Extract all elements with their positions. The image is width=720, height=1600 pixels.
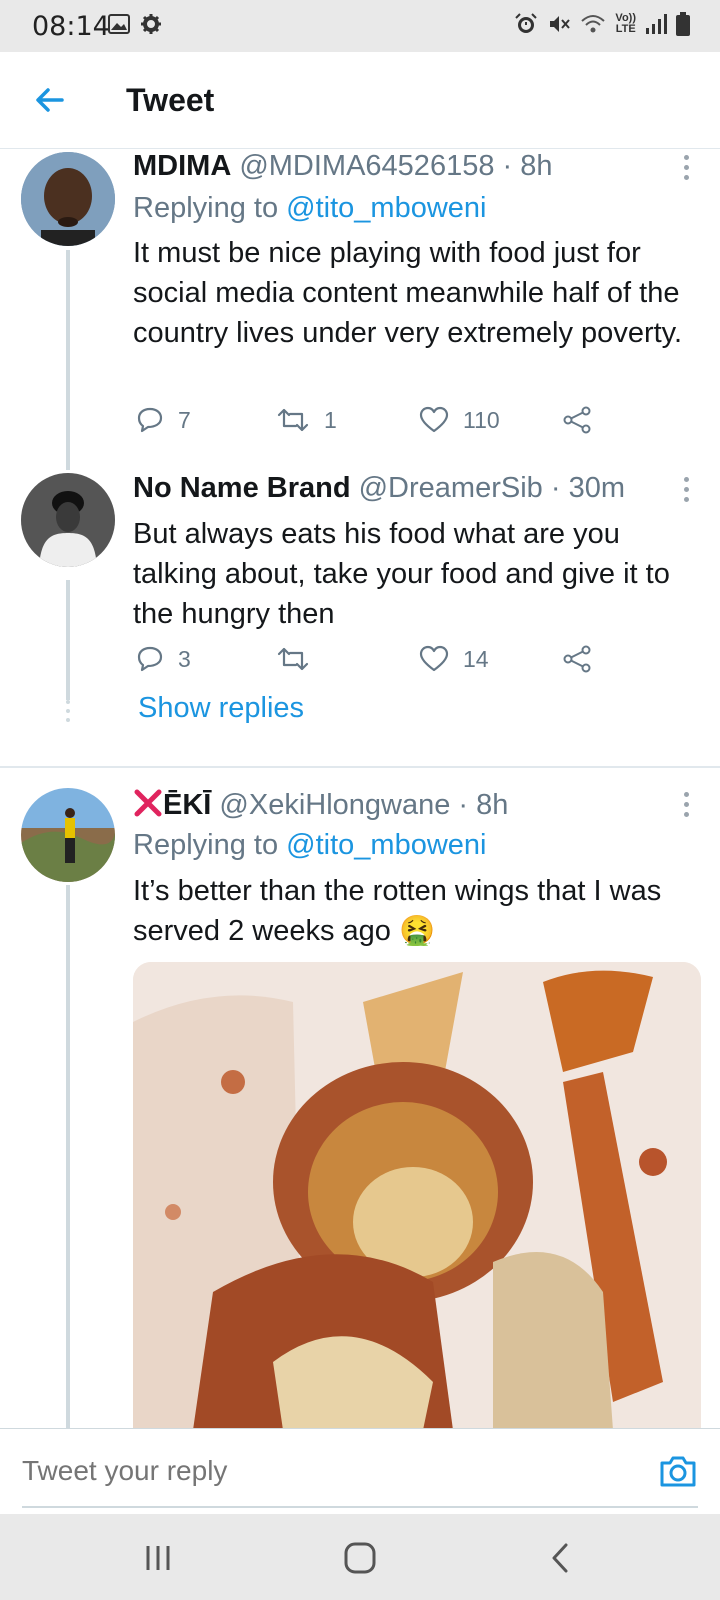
reply-button[interactable]: 3 xyxy=(136,645,191,673)
reply-icon xyxy=(137,646,163,672)
tweet-text: It’s better than the rotten wings that I… xyxy=(133,871,703,951)
tweet-actions: 3 14 xyxy=(136,645,616,685)
reply-input[interactable] xyxy=(22,1455,582,1487)
mute-icon xyxy=(550,16,571,32)
thread-line xyxy=(66,580,70,700)
separator: · xyxy=(550,472,561,504)
tweet-text-content: It’s better than the rotten wings that I… xyxy=(133,875,662,947)
avatar[interactable] xyxy=(21,152,115,246)
author-name[interactable]: ĒKĪ xyxy=(163,789,211,821)
share-button[interactable] xyxy=(562,406,592,434)
volte-icon: Vo)) LTE xyxy=(615,13,636,35)
signal-icon xyxy=(646,14,667,34)
volte-label-bottom: LTE xyxy=(615,23,636,35)
more-options-icon[interactable] xyxy=(682,155,690,180)
back-icon[interactable] xyxy=(542,1540,582,1576)
alarm-icon xyxy=(515,13,538,33)
share-icon xyxy=(563,406,591,434)
retweet-count: 1 xyxy=(324,406,337,433)
page-title: Tweet xyxy=(126,82,215,118)
separator: · xyxy=(502,150,513,182)
tweet-author-row: ĒKĪ @XekiHlongwane · 8h xyxy=(133,788,508,822)
retweet-icon xyxy=(277,647,309,671)
tweet-text: But always eats his food what are you ta… xyxy=(133,518,670,630)
tweet-author-row: No Name Brand @DreamerSib · 30m xyxy=(133,472,625,505)
status-bar: 08:14 Vo)) LTE xyxy=(0,0,720,52)
app-header: Tweet xyxy=(0,52,720,149)
thread-line xyxy=(66,250,70,470)
reply-icon xyxy=(137,407,163,433)
tweet-text: It must be nice playing with food just f… xyxy=(133,237,683,349)
image-icon xyxy=(108,14,130,34)
separator: · xyxy=(458,789,469,821)
replying-to: Replying to @tito_mboweni xyxy=(133,829,486,862)
thread-dots xyxy=(66,700,70,722)
tweet-author-row: MDIMA @MDIMA64526158 · 8h xyxy=(133,150,553,183)
tweet-actions: 7 1 110 xyxy=(136,406,616,446)
like-count: 14 xyxy=(463,645,489,672)
author-handle[interactable]: @MDIMA64526158 xyxy=(239,150,494,182)
mention-link[interactable]: @tito_mboweni xyxy=(286,829,486,861)
divider xyxy=(0,766,720,768)
heart-icon xyxy=(419,406,449,433)
wifi-icon xyxy=(581,15,606,33)
author-handle[interactable]: @XekiHlongwane xyxy=(219,789,450,821)
replying-prefix: Replying to xyxy=(133,829,287,861)
thread-line xyxy=(66,885,70,1430)
red-x-icon xyxy=(134,789,162,817)
replying-to: Replying to @tito_mboweni xyxy=(133,192,486,225)
tweet-photo[interactable] xyxy=(133,962,701,1430)
retweet-button[interactable] xyxy=(276,645,324,673)
heart-icon xyxy=(419,645,449,672)
avatar[interactable] xyxy=(21,473,115,567)
share-button[interactable] xyxy=(562,645,592,673)
mention-link[interactable]: @tito_mboweni xyxy=(286,192,486,224)
author-name[interactable]: No Name Brand xyxy=(133,472,351,504)
share-icon xyxy=(563,645,591,673)
camera-icon[interactable] xyxy=(658,1451,698,1491)
input-underline xyxy=(22,1506,698,1508)
retweet-icon xyxy=(277,408,309,432)
retweet-button[interactable]: 1 xyxy=(276,406,337,434)
replying-prefix: Replying to xyxy=(133,192,287,224)
reply-count: 3 xyxy=(178,645,191,672)
gear-icon xyxy=(141,14,161,34)
like-button[interactable]: 14 xyxy=(419,645,489,673)
home-icon[interactable] xyxy=(340,1540,380,1576)
show-replies-link[interactable]: Show replies xyxy=(138,692,304,725)
tweet-time: 30m xyxy=(568,472,625,504)
system-nav-bar xyxy=(0,1514,720,1600)
reply-count: 7 xyxy=(178,406,191,433)
author-name[interactable]: MDIMA xyxy=(133,150,231,182)
status-time: 08:14 xyxy=(32,11,110,42)
like-count: 110 xyxy=(463,406,500,433)
avatar[interactable] xyxy=(21,788,115,882)
battery-icon xyxy=(676,12,690,36)
author-handle[interactable]: @DreamerSib xyxy=(359,472,543,504)
vomit-emoji-icon: 🤮 xyxy=(399,915,436,947)
tweet-time: 8h xyxy=(520,150,553,182)
more-options-icon[interactable] xyxy=(682,792,690,817)
like-button[interactable]: 110 xyxy=(419,406,500,434)
reply-button[interactable]: 7 xyxy=(136,406,191,434)
recent-apps-icon[interactable] xyxy=(138,1540,178,1576)
tweet-time: 8h xyxy=(476,789,509,821)
arrow-left-icon[interactable] xyxy=(30,80,70,120)
reply-composer xyxy=(0,1428,720,1514)
more-options-icon[interactable] xyxy=(682,477,690,502)
